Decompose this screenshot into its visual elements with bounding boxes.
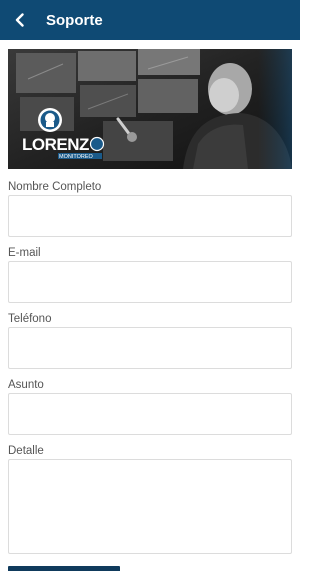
chevron-left-icon xyxy=(15,13,24,27)
detail-label: Detalle xyxy=(8,445,44,457)
page-title: Soporte xyxy=(46,11,103,29)
phone-label: Teléfono xyxy=(8,313,52,325)
full-name-input[interactable] xyxy=(8,195,292,237)
banner-image: LORENZ MONITOREO xyxy=(8,49,292,169)
svg-text:LORENZ: LORENZ xyxy=(22,135,89,154)
app-bar: Soporte xyxy=(0,0,300,40)
email-label: E-mail xyxy=(8,247,41,259)
support-form: Nombre Completo E-mail Teléfono Asunto D… xyxy=(8,180,292,568)
subject-label: Asunto xyxy=(8,379,44,391)
svg-text:MONITOREO: MONITOREO xyxy=(59,154,94,160)
subject-input[interactable] xyxy=(8,393,292,435)
submit-button[interactable] xyxy=(8,566,120,571)
full-name-label: Nombre Completo xyxy=(8,181,102,193)
detail-textarea[interactable] xyxy=(8,459,292,554)
email-input[interactable] xyxy=(8,261,292,303)
phone-input[interactable] xyxy=(8,327,292,369)
back-button[interactable] xyxy=(0,0,40,40)
surveillance-image: LORENZ MONITOREO xyxy=(8,49,292,169)
